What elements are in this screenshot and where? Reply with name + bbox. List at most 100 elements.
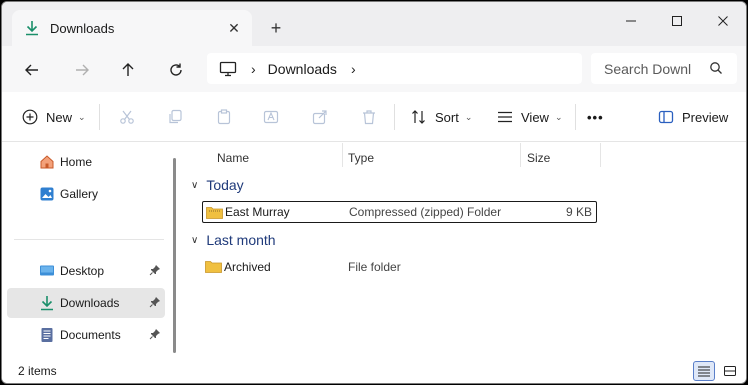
arrow-up-icon	[122, 63, 134, 76]
cut-button[interactable]	[119, 106, 135, 128]
breadcrumb-chevron-icon[interactable]: ›	[351, 61, 356, 77]
maximize-icon	[672, 16, 682, 26]
column-header-type[interactable]: Type	[348, 147, 374, 169]
more-options-button[interactable]: •••	[587, 106, 604, 128]
close-window-button[interactable]	[700, 8, 746, 34]
maximize-button[interactable]	[654, 8, 700, 34]
pin-icon[interactable]	[149, 264, 161, 276]
tab-downloads[interactable]: Downloads ✕	[12, 10, 252, 46]
sidebar-item-home[interactable]: Home	[7, 147, 165, 177]
file-type: File folder	[348, 260, 401, 274]
group-label: Today	[206, 177, 244, 193]
divider	[99, 104, 100, 130]
sidebar-item-desktop[interactable]: Desktop	[7, 256, 165, 286]
share-button[interactable]	[312, 106, 328, 128]
delete-button[interactable]	[361, 106, 377, 128]
sort-button[interactable]: Sort ⌄	[411, 106, 472, 128]
view-icon	[498, 111, 512, 123]
breadcrumb-separator-icon[interactable]: ›	[251, 61, 256, 77]
navigation-pane: Home Gallery Desktop Downloads Documents	[2, 143, 184, 358]
file-list: Name Type Size ∨ Today East Murray Compr…	[185, 143, 746, 358]
search-box[interactable]: Search Downl	[591, 53, 737, 84]
minimize-icon	[626, 20, 636, 22]
new-tab-button[interactable]: +	[266, 18, 286, 38]
sidebar-item-label: Documents	[60, 328, 121, 342]
address-bar[interactable]: › Downloads ›	[207, 53, 582, 84]
table-row[interactable]: Archived File folder	[202, 256, 597, 278]
search-icon	[710, 62, 722, 74]
chevron-down-icon: ⌄	[464, 111, 473, 122]
refresh-button[interactable]	[164, 58, 188, 82]
search-input[interactable]: Search Downl	[604, 61, 696, 77]
download-icon	[26, 21, 38, 36]
copy-button[interactable]	[167, 106, 183, 128]
file-type: Compressed (zipped) Folder	[349, 205, 502, 219]
table-row[interactable]: East Murray Compressed (zipped) Folder 9…	[202, 201, 597, 223]
rename-icon	[263, 110, 279, 124]
computer-icon	[219, 61, 237, 76]
close-icon	[718, 16, 728, 26]
group-label: Last month	[206, 232, 276, 248]
column-divider[interactable]	[600, 143, 601, 167]
preview-button[interactable]: Preview	[658, 106, 728, 128]
arrow-left-icon	[25, 64, 38, 76]
item-count: 2 items	[18, 364, 57, 378]
plus-circle-icon	[22, 109, 38, 125]
details-view-button[interactable]	[693, 361, 715, 381]
forward-button[interactable]	[70, 58, 94, 82]
zip-folder-icon	[206, 207, 223, 219]
chevron-down-icon: ∨	[191, 234, 199, 246]
sidebar-item-label: Desktop	[60, 264, 105, 278]
refresh-icon	[170, 63, 182, 76]
sidebar-item-documents[interactable]: Documents	[7, 320, 165, 350]
sidebar-item-downloads[interactable]: Downloads	[7, 288, 165, 318]
folder-icon	[205, 261, 222, 273]
new-button[interactable]: New ⌄	[22, 106, 86, 128]
pin-icon[interactable]	[149, 328, 161, 340]
sort-label: Sort	[435, 109, 459, 125]
column-divider[interactable]	[520, 143, 521, 167]
file-size: 9 KB	[565, 205, 592, 219]
new-label: New	[46, 109, 73, 125]
preview-label: Preview	[682, 109, 729, 125]
view-button[interactable]: View ⌄	[497, 106, 563, 128]
gallery-icon	[40, 187, 54, 201]
preview-pane-icon	[658, 110, 674, 124]
sidebar-item-gallery[interactable]: Gallery	[7, 179, 165, 209]
back-button[interactable]	[20, 58, 44, 82]
arrow-right-icon	[76, 64, 89, 76]
breadcrumb-downloads[interactable]: Downloads	[268, 61, 337, 77]
column-header-size[interactable]: Size	[527, 147, 550, 169]
chevron-down-icon: ⌄	[78, 111, 86, 122]
sidebar-item-label: Downloads	[60, 296, 120, 310]
minimize-button[interactable]	[608, 8, 654, 34]
navigation-bar: › Downloads › Search Downl	[2, 46, 746, 92]
sidebar-scrollbar[interactable]	[173, 158, 176, 353]
group-header-today[interactable]: ∨ Today	[191, 175, 244, 195]
documents-icon	[41, 328, 53, 342]
up-button[interactable]	[116, 58, 140, 82]
status-bar: 2 items	[2, 358, 746, 383]
tiles-view-button[interactable]	[719, 361, 741, 381]
file-name: East Murray	[225, 205, 290, 219]
home-icon	[40, 155, 54, 169]
pin-icon[interactable]	[149, 296, 161, 308]
file-name: Archived	[224, 260, 271, 274]
group-header-last-month[interactable]: ∨ Last month	[191, 230, 276, 250]
column-header-name[interactable]: Name	[217, 147, 249, 169]
rename-button[interactable]	[263, 106, 279, 128]
command-bar: New ⌄ Sort ⌄ View ⌄ ••• Preview	[2, 92, 746, 142]
column-divider[interactable]	[342, 143, 343, 167]
paste-button[interactable]	[216, 106, 232, 128]
desktop-icon	[40, 265, 54, 276]
sort-icon	[412, 110, 425, 124]
tiles-view-icon	[724, 366, 736, 376]
details-view-icon	[698, 366, 710, 377]
tab-title: Downloads	[50, 20, 115, 36]
trash-icon	[363, 110, 375, 125]
download-icon	[41, 296, 53, 311]
sidebar-item-label: Home	[60, 155, 93, 169]
close-tab-button[interactable]: ✕	[226, 20, 242, 36]
divider	[575, 104, 576, 130]
divider	[394, 104, 395, 130]
